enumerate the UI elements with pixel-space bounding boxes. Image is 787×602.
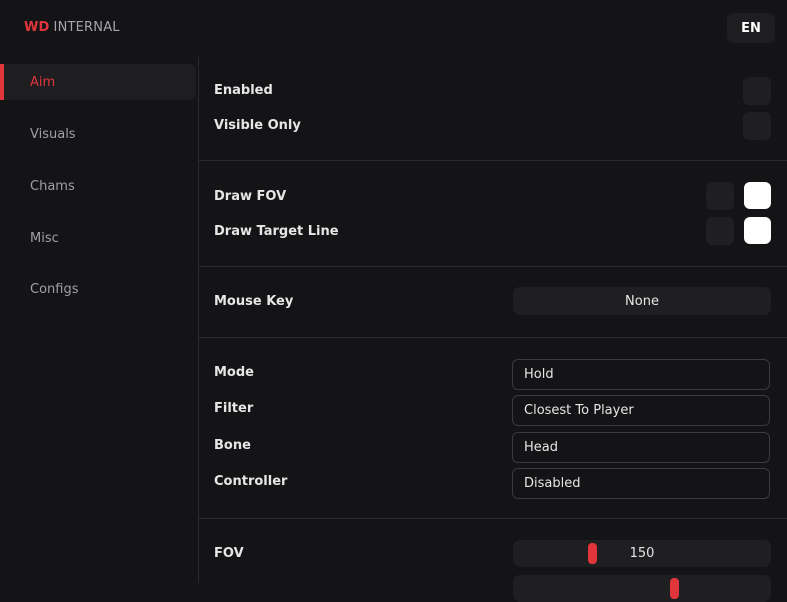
sidebar-item-configs[interactable]: Configs — [0, 271, 196, 307]
aim-settings-panel: Enabled Visible Only Draw FOV Draw Targe… — [199, 57, 787, 602]
fov-slider-value: 150 — [629, 546, 655, 561]
section-divider — [199, 337, 787, 338]
draw-target-line-color-picker[interactable] — [744, 217, 771, 244]
brand-primary: WD — [24, 20, 50, 35]
sidebar-item-aim[interactable]: Aim — [0, 64, 196, 100]
controller-label: Controller — [214, 474, 288, 489]
header-bar: WD INTERNAL EN — [0, 0, 787, 57]
enabled-checkbox[interactable] — [743, 77, 771, 105]
language-button[interactable]: EN — [727, 13, 775, 43]
visible-only-checkbox[interactable] — [743, 112, 771, 140]
visible-only-label: Visible Only — [214, 118, 301, 133]
sidebar-item-visuals[interactable]: Visuals — [0, 116, 196, 152]
brand-secondary: INTERNAL — [53, 20, 120, 35]
section-divider — [199, 518, 787, 519]
draw-target-line-label: Draw Target Line — [214, 224, 339, 239]
bone-label: Bone — [214, 438, 251, 453]
controller-select[interactable]: Disabled — [512, 468, 770, 499]
filter-label: Filter — [214, 401, 254, 416]
mouse-key-label: Mouse Key — [214, 294, 294, 309]
section-divider — [199, 266, 787, 267]
fov-label: FOV — [214, 546, 244, 561]
draw-fov-checkbox[interactable] — [706, 182, 734, 210]
mode-select[interactable]: Hold — [512, 359, 770, 390]
next-slider-thumb[interactable] — [670, 578, 679, 599]
sidebar: Aim Visuals Chams Misc Configs — [0, 57, 199, 583]
next-slider[interactable] — [513, 575, 771, 602]
bone-select[interactable]: Head — [512, 432, 770, 463]
draw-fov-label: Draw FOV — [214, 189, 287, 204]
mode-label: Mode — [214, 365, 254, 380]
section-divider — [199, 160, 787, 161]
mouse-key-button[interactable]: None — [513, 287, 771, 315]
draw-target-line-checkbox[interactable] — [706, 217, 734, 245]
filter-select[interactable]: Closest To Player — [512, 395, 770, 426]
draw-fov-color-picker[interactable] — [744, 182, 771, 209]
enabled-label: Enabled — [214, 83, 273, 98]
fov-slider[interactable]: 150 — [513, 540, 771, 567]
sidebar-item-misc[interactable]: Misc — [0, 220, 196, 256]
sidebar-item-chams[interactable]: Chams — [0, 168, 196, 204]
brand-logo: WD INTERNAL — [24, 20, 120, 35]
